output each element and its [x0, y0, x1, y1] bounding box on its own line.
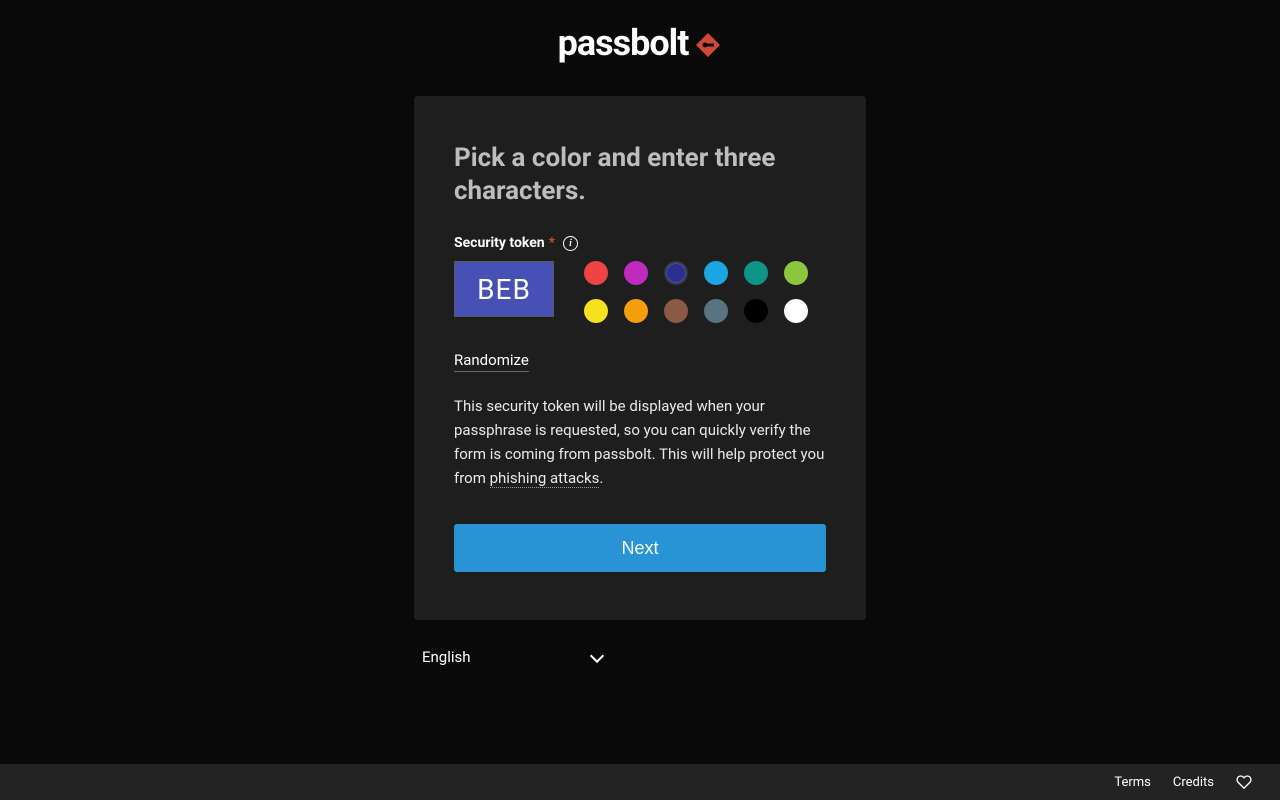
color-swatch-slate[interactable]	[704, 299, 728, 323]
language-select[interactable]: English	[422, 642, 602, 672]
setup-card: Pick a color and enter three characters.…	[414, 96, 866, 620]
footer: Terms Credits	[0, 764, 1280, 800]
color-swatch-purple[interactable]	[624, 261, 648, 285]
token-preview[interactable]: BEB	[454, 261, 554, 317]
logo: passbolt	[558, 22, 723, 64]
description: This security token will be displayed wh…	[454, 394, 826, 490]
field-label: Security token * i	[454, 235, 826, 251]
logo-text: passbolt	[558, 22, 689, 64]
field-label-text: Security token	[454, 235, 545, 251]
color-grid	[584, 261, 808, 323]
credits-link[interactable]: Credits	[1173, 775, 1214, 790]
logo-icon	[694, 31, 722, 59]
color-swatch-brown[interactable]	[664, 299, 688, 323]
description-post: .	[599, 469, 603, 487]
color-swatch-green[interactable]	[784, 261, 808, 285]
color-swatch-indigo[interactable]	[664, 261, 688, 285]
chevron-down-icon	[590, 648, 604, 662]
color-swatch-yellow[interactable]	[584, 299, 608, 323]
color-swatch-white[interactable]	[784, 299, 808, 323]
card-title: Pick a color and enter three characters.	[454, 142, 826, 207]
language-selected: English	[422, 648, 471, 666]
color-swatch-teal[interactable]	[744, 261, 768, 285]
color-swatch-black[interactable]	[744, 299, 768, 323]
phishing-link[interactable]: phishing attacks	[490, 469, 600, 488]
color-swatch-red[interactable]	[584, 261, 608, 285]
required-indicator: *	[549, 235, 555, 251]
info-icon[interactable]: i	[563, 236, 578, 251]
terms-link[interactable]: Terms	[1114, 775, 1151, 790]
next-button[interactable]: Next	[454, 524, 826, 572]
randomize-link[interactable]: Randomize	[454, 351, 529, 372]
color-swatch-orange[interactable]	[624, 299, 648, 323]
color-swatch-blue[interactable]	[704, 261, 728, 285]
heart-icon[interactable]	[1236, 774, 1252, 790]
